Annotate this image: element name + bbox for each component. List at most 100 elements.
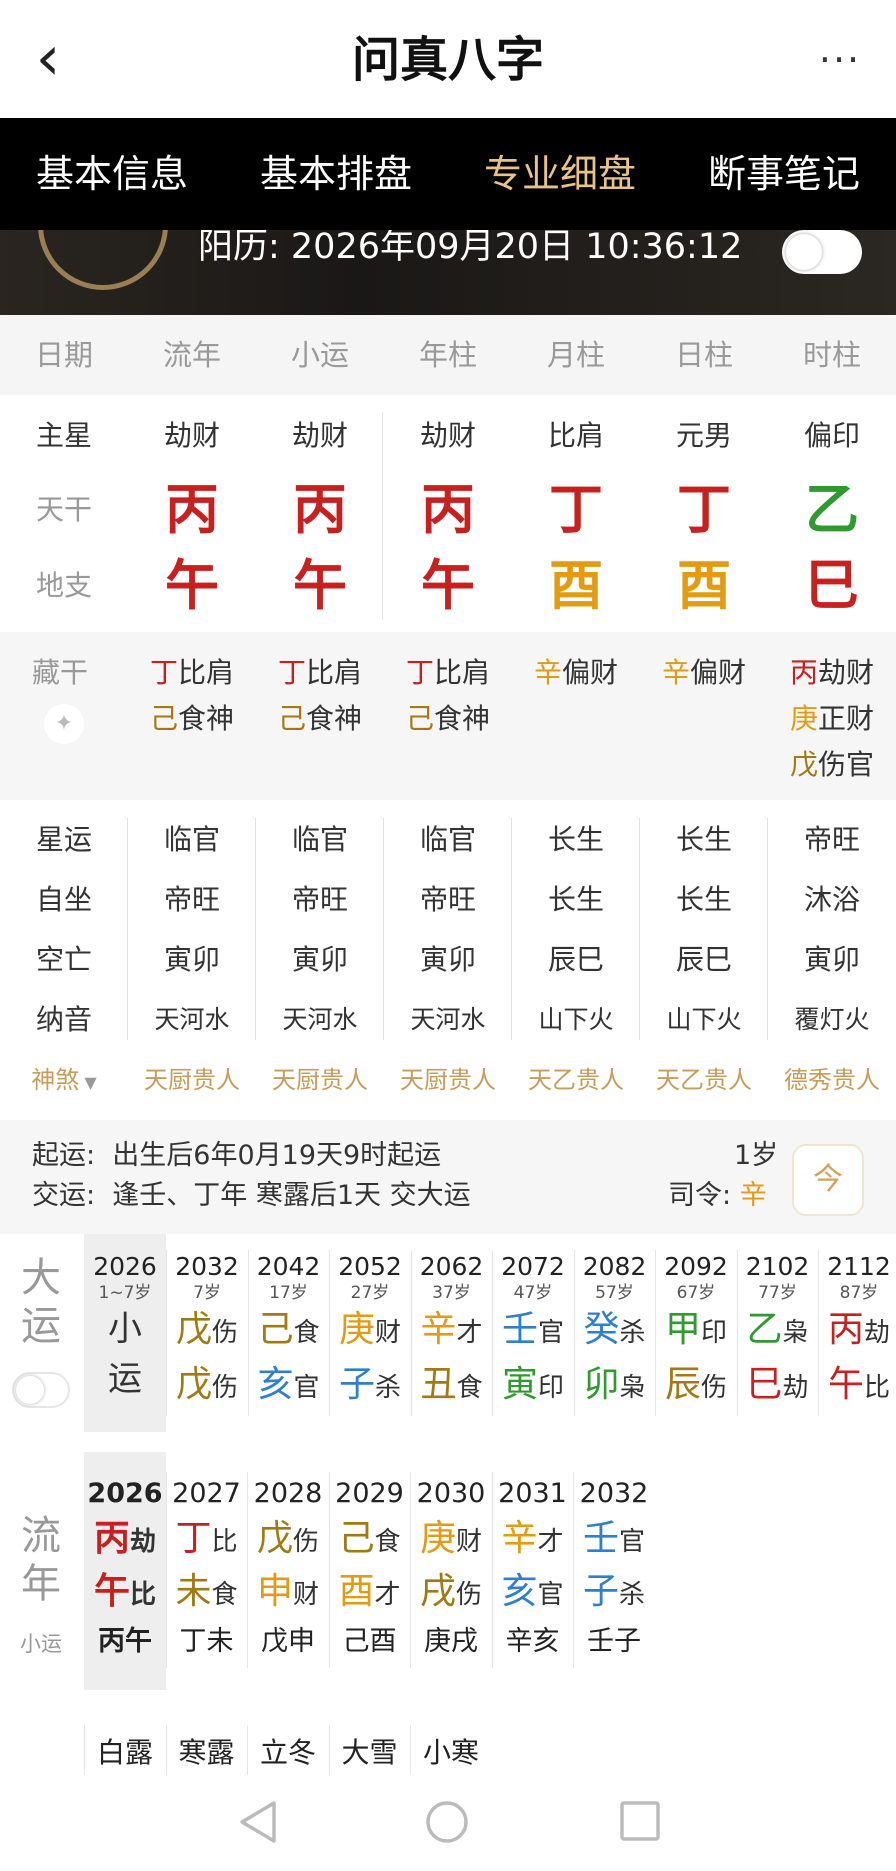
liunian-column[interactable]: 2030 庚财 戌伤 庚戌: [410, 1452, 492, 1690]
main-star: 劫财: [291, 419, 348, 452]
dayun-label-2: 运: [21, 1303, 61, 1349]
more-options-button[interactable]: ···: [808, 32, 872, 88]
dayun-age: 1~7岁: [98, 1283, 152, 1303]
avatar[interactable]: [38, 230, 168, 290]
dayun-xiaoyun-cell[interactable]: 2026 1~7岁 小 运: [84, 1234, 166, 1432]
hidden-stem-char: 丁: [149, 656, 178, 689]
dayun-column[interactable]: 2072 47岁 壬官 寅印: [492, 1252, 574, 1414]
liunian-column[interactable]: 2031 辛才 亥官 辛亥: [492, 1452, 574, 1690]
column-divider: [492, 1250, 493, 1416]
branch-god: 才: [374, 1580, 401, 1610]
dayun-toggle[interactable]: [14, 1374, 68, 1406]
earthly-branch: 午: [421, 554, 475, 617]
row-label-xingyun: 星运: [35, 823, 92, 856]
calendar-today-icon[interactable]: 今: [792, 1144, 864, 1216]
dayun-column[interactable]: 2032 7岁 戊伤 戊伤: [166, 1252, 248, 1414]
tab-basic-chart[interactable]: 基本排盘: [224, 118, 448, 230]
tab-pro-chart[interactable]: 专业细盘: [448, 118, 672, 230]
liunian-column[interactable]: 2032 壬官 子杀 壬子: [573, 1452, 655, 1690]
dayun-column[interactable]: 2092 67岁 甲印 辰伤: [655, 1252, 737, 1414]
branch-god: 杀: [375, 1373, 402, 1403]
row-label-tiangan: 天干: [35, 493, 92, 526]
jiaoyun-text: 逢壬、丁年 寒露后1天 交大运: [112, 1180, 471, 1211]
main-star-row: 主星 劫财 劫财 劫财 比肩 元男 偏印: [0, 400, 896, 472]
hidden-stem-god: 比肩: [306, 656, 363, 689]
liunian-stem: 丙劫: [84, 1514, 166, 1567]
dayun-column[interactable]: 2082 57岁 癸杀 卯枭: [574, 1252, 656, 1414]
liunian-column[interactable]: 2028 戊伤 申财 戊申: [247, 1452, 329, 1690]
column-divider: [655, 1250, 656, 1416]
stem-god: 劫: [130, 1527, 157, 1557]
jieqi-item[interactable]: 小寒: [410, 1725, 492, 1781]
row-label-nayin: 纳音: [35, 1003, 92, 1036]
branch-char: 戌: [419, 1571, 456, 1612]
jieqi-item[interactable]: 大雪: [329, 1725, 411, 1781]
branch-god: 食: [211, 1580, 238, 1610]
liunian-stem: 辛才: [492, 1514, 574, 1567]
dayun-column[interactable]: 2052 27岁 庚财 子杀: [329, 1252, 411, 1414]
column-header-row: 日期 流年 小运 年柱 月柱 日柱 时柱: [0, 315, 896, 395]
hidden-stem: 己食神: [256, 696, 384, 742]
dayun-year: 2072: [501, 1252, 565, 1281]
hidden-stem: 己食神: [128, 696, 256, 742]
hidden-stem-god: 比肩: [434, 656, 491, 689]
shensha-value[interactable]: 天乙贵人: [640, 1050, 768, 1113]
toggle-knob: [16, 1376, 44, 1404]
dayun-label-1: 大: [21, 1255, 61, 1301]
hidden-stem-god: 偏财: [690, 656, 747, 689]
dayun-branch: 巳劫: [737, 1359, 819, 1414]
stem-god: 劫: [864, 1318, 891, 1348]
dayun-stem: 壬官: [492, 1304, 574, 1359]
heavenly-stem: 丁: [677, 478, 731, 541]
shensha-value[interactable]: 天厨贵人: [128, 1050, 256, 1113]
dayun-column[interactable]: 2062 37岁 辛才 丑食: [411, 1252, 493, 1414]
nayin-value: 天河水: [410, 1005, 486, 1034]
dayun-branch: 子杀: [329, 1359, 411, 1414]
liunian-column[interactable]: 2026 丙劫 午比 丙午: [84, 1452, 166, 1690]
column-divider: [247, 1725, 248, 1781]
back-triangle-icon[interactable]: [236, 1799, 280, 1845]
branch-god: 伤: [456, 1580, 483, 1610]
jieqi-row: 白露 寒露 立冬 大雪 小寒: [0, 1725, 896, 1781]
stem-char: 癸: [583, 1309, 620, 1350]
row-label-zhuxing: 主星: [35, 419, 92, 452]
column-divider: [410, 1725, 411, 1781]
shensha-value[interactable]: 天厨贵人: [256, 1050, 384, 1113]
shensha-value[interactable]: 天乙贵人: [512, 1050, 640, 1113]
recents-square-icon[interactable]: [618, 1799, 662, 1843]
nayin-row: 纳音 天河水 天河水 天河水 山下火 山下火 覆灯火: [0, 990, 896, 1050]
dayun-stem: 戊伤: [166, 1304, 248, 1359]
home-circle-icon[interactable]: [424, 1799, 470, 1845]
jieqi-item[interactable]: 立冬: [247, 1725, 329, 1781]
calendar-toggle[interactable]: [782, 230, 862, 274]
hidden-stem: 庚正财: [768, 696, 896, 742]
shensha-value[interactable]: 德秀贵人: [768, 1050, 896, 1113]
liunian-column[interactable]: 2027 丁比 未食 丁未: [166, 1452, 248, 1690]
hidden-stem-god: 食神: [306, 702, 363, 735]
branch-char: 子: [582, 1571, 619, 1612]
nayin-value: 覆灯火: [794, 1005, 870, 1034]
shensha-dropdown[interactable]: 神煞 ▼: [0, 1050, 128, 1113]
tab-basic-info[interactable]: 基本信息: [0, 118, 224, 230]
main-star: 劫财: [163, 419, 220, 452]
col-day-pillar: 日柱: [674, 338, 733, 372]
column-divider: [767, 818, 768, 1040]
dayun-column[interactable]: 2112 87岁 丙劫 午比: [818, 1252, 896, 1414]
jiaoyun-label: 交运:: [32, 1180, 96, 1211]
jieqi-item[interactable]: 白露: [84, 1725, 166, 1781]
dayun-column[interactable]: 2042 17岁 己食 亥官: [248, 1252, 330, 1414]
jieqi-item[interactable]: 寒露: [166, 1725, 248, 1781]
branch-god: 食: [456, 1373, 483, 1403]
pin-icon[interactable]: ✦: [44, 704, 84, 744]
profile-header: 阳历: 2026年09月20日 10:36:12: [0, 230, 896, 315]
col-date: 日期: [34, 338, 93, 372]
shensha-value[interactable]: 天厨贵人: [384, 1050, 512, 1113]
liunian-column[interactable]: 2029 己食 酉才 己酉: [329, 1452, 411, 1690]
hidden-stem: 丁比肩: [128, 650, 256, 696]
liunian-year: 2031: [498, 1478, 567, 1509]
tab-notes[interactable]: 断事笔记: [672, 118, 896, 230]
hidden-stem-char: 戊: [789, 748, 818, 781]
hidden-stem-char: 己: [405, 702, 434, 735]
dayun-column[interactable]: 2102 77岁 乙枭 巳劫: [737, 1252, 819, 1414]
column-divider: [328, 1472, 330, 1668]
